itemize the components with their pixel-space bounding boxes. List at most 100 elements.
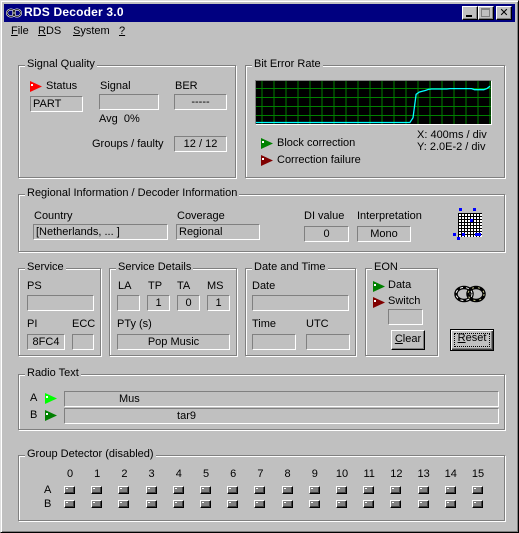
group-column-label: 5 xyxy=(202,468,210,480)
rds-decoder-window: RDS Decoder 3.0 ✕ File RDS System ? Sign… xyxy=(0,0,519,533)
coverage-label: Coverage xyxy=(177,210,225,222)
groups-faulty-field: 12 / 12 xyxy=(174,136,227,152)
group-led-a-2 xyxy=(118,486,130,494)
group-led-a-1 xyxy=(91,486,103,494)
menu-rds[interactable]: RDS xyxy=(38,25,61,37)
avg-label: Avg 0% xyxy=(99,113,140,125)
coverage-field: Regional xyxy=(176,224,260,240)
maximize-icon xyxy=(481,8,490,17)
di-matrix-cell xyxy=(465,226,467,228)
y-scale-label: Y: 2.0E-2 / div xyxy=(417,141,486,153)
regional-info-title: Regional Information / Decoder Informati… xyxy=(25,187,240,199)
time-field xyxy=(252,334,296,350)
di-matrix-cell xyxy=(471,226,473,228)
di-matrix-cell xyxy=(468,226,470,228)
maximize-button[interactable] xyxy=(478,6,494,20)
country-label: Country xyxy=(34,210,73,222)
group-led-b-12 xyxy=(390,500,402,508)
radio-text-b-flag-icon xyxy=(45,410,57,421)
di-matrix-cell xyxy=(474,217,476,219)
correction-failure-label: Correction failure xyxy=(277,154,361,166)
date-field xyxy=(252,295,349,311)
eon-data-label: Data xyxy=(388,279,412,291)
group-column-label: 10 xyxy=(335,468,349,480)
service-details-title: Service Details xyxy=(116,261,194,273)
di-matrix-cell xyxy=(465,232,467,234)
di-matrix-cell xyxy=(474,229,476,231)
group-led-a-8 xyxy=(281,486,293,494)
group-led-a-9 xyxy=(308,486,320,494)
group-column-label: 1 xyxy=(94,468,101,480)
group-column-label: 7 xyxy=(257,468,264,480)
di-matrix-cell xyxy=(474,223,476,225)
di-value-label: DI value xyxy=(304,210,345,222)
status-label: Status xyxy=(46,80,78,92)
di-matrix-cell xyxy=(465,229,467,231)
di-matrix-cell xyxy=(468,220,470,222)
di-matrix-cell xyxy=(474,220,476,222)
di-matrix-cell xyxy=(477,226,479,228)
di-matrix-cell xyxy=(480,226,482,228)
radio-text-b-field: tar9 xyxy=(64,408,499,424)
di-matrix-cell xyxy=(459,217,461,219)
regional-info-group: Regional Information / Decoder Informati… xyxy=(18,187,505,252)
menu-system[interactable]: System xyxy=(73,25,110,37)
la-label: LA xyxy=(118,280,132,292)
di-matrix-cell xyxy=(459,235,461,237)
menu-help[interactable]: ? xyxy=(119,25,125,37)
di-matrix-cell xyxy=(477,220,479,222)
group-column-label: 13 xyxy=(417,468,430,480)
avg-value: 0% xyxy=(123,113,140,125)
di-matrix-cell xyxy=(468,235,470,237)
radio-text-a-label: A xyxy=(30,392,38,404)
group-led-a-0 xyxy=(64,486,75,494)
date-time-title: Date and Time xyxy=(252,261,328,273)
utc-label: UTC xyxy=(306,318,329,330)
group-led-a-3 xyxy=(145,486,157,494)
di-matrix-cell xyxy=(468,229,470,231)
di-matrix-cell xyxy=(465,214,467,216)
group-detector-title: Group Detector (disabled) xyxy=(25,448,156,460)
signal-quality-title: Signal Quality xyxy=(25,58,97,70)
di-matrix-cell xyxy=(465,235,467,237)
group-led-a-15 xyxy=(472,486,483,494)
radio-text-b-label: B xyxy=(30,409,38,421)
group-led-a-5 xyxy=(200,486,211,494)
minimize-button[interactable] xyxy=(462,6,478,20)
di-matrix-cell xyxy=(462,223,464,225)
groups-faulty-label: Groups / faulty xyxy=(92,138,164,150)
pi-label: PI xyxy=(27,318,38,330)
group-led-b-0 xyxy=(64,500,75,508)
eon-switch-label: Switch xyxy=(388,295,421,307)
group-led-a-12 xyxy=(390,486,402,494)
di-matrix-cell xyxy=(465,220,467,222)
group-column-label: 3 xyxy=(148,468,155,480)
eon-data-flag-icon xyxy=(373,281,385,292)
status-field: PART xyxy=(30,96,83,112)
reset-button[interactable]: Reset xyxy=(450,329,494,351)
group-led-a-14 xyxy=(444,486,456,494)
group-led-a-4 xyxy=(172,486,184,494)
di-matrix-cell xyxy=(477,217,479,219)
title-bar[interactable]: RDS Decoder 3.0 ✕ xyxy=(4,4,515,22)
group-led-a-6 xyxy=(227,486,239,494)
eon-switch-field xyxy=(388,309,423,325)
di-matrix-cell xyxy=(459,223,461,225)
group-led-b-8 xyxy=(281,500,293,508)
ps-field xyxy=(27,295,94,311)
menu-bar: File RDS System ? xyxy=(4,23,515,41)
menu-file[interactable]: File xyxy=(11,25,29,37)
di-matrix-cell xyxy=(471,235,473,237)
ber-label: BER xyxy=(175,80,198,92)
di-matrix-cell xyxy=(468,214,470,216)
group-column-label: 6 xyxy=(230,468,237,480)
group-led-a-11 xyxy=(363,486,375,494)
group-led-b-7 xyxy=(254,500,266,508)
interpretation-field: Mono xyxy=(357,226,411,242)
close-button[interactable]: ✕ xyxy=(496,6,512,20)
di-matrix-cell xyxy=(459,220,461,222)
di-matrix-cell xyxy=(477,214,479,216)
di-matrix-cell xyxy=(477,223,479,225)
clear-button[interactable]: Clear xyxy=(391,330,425,350)
radio-text-a-field: Mus xyxy=(64,391,499,407)
